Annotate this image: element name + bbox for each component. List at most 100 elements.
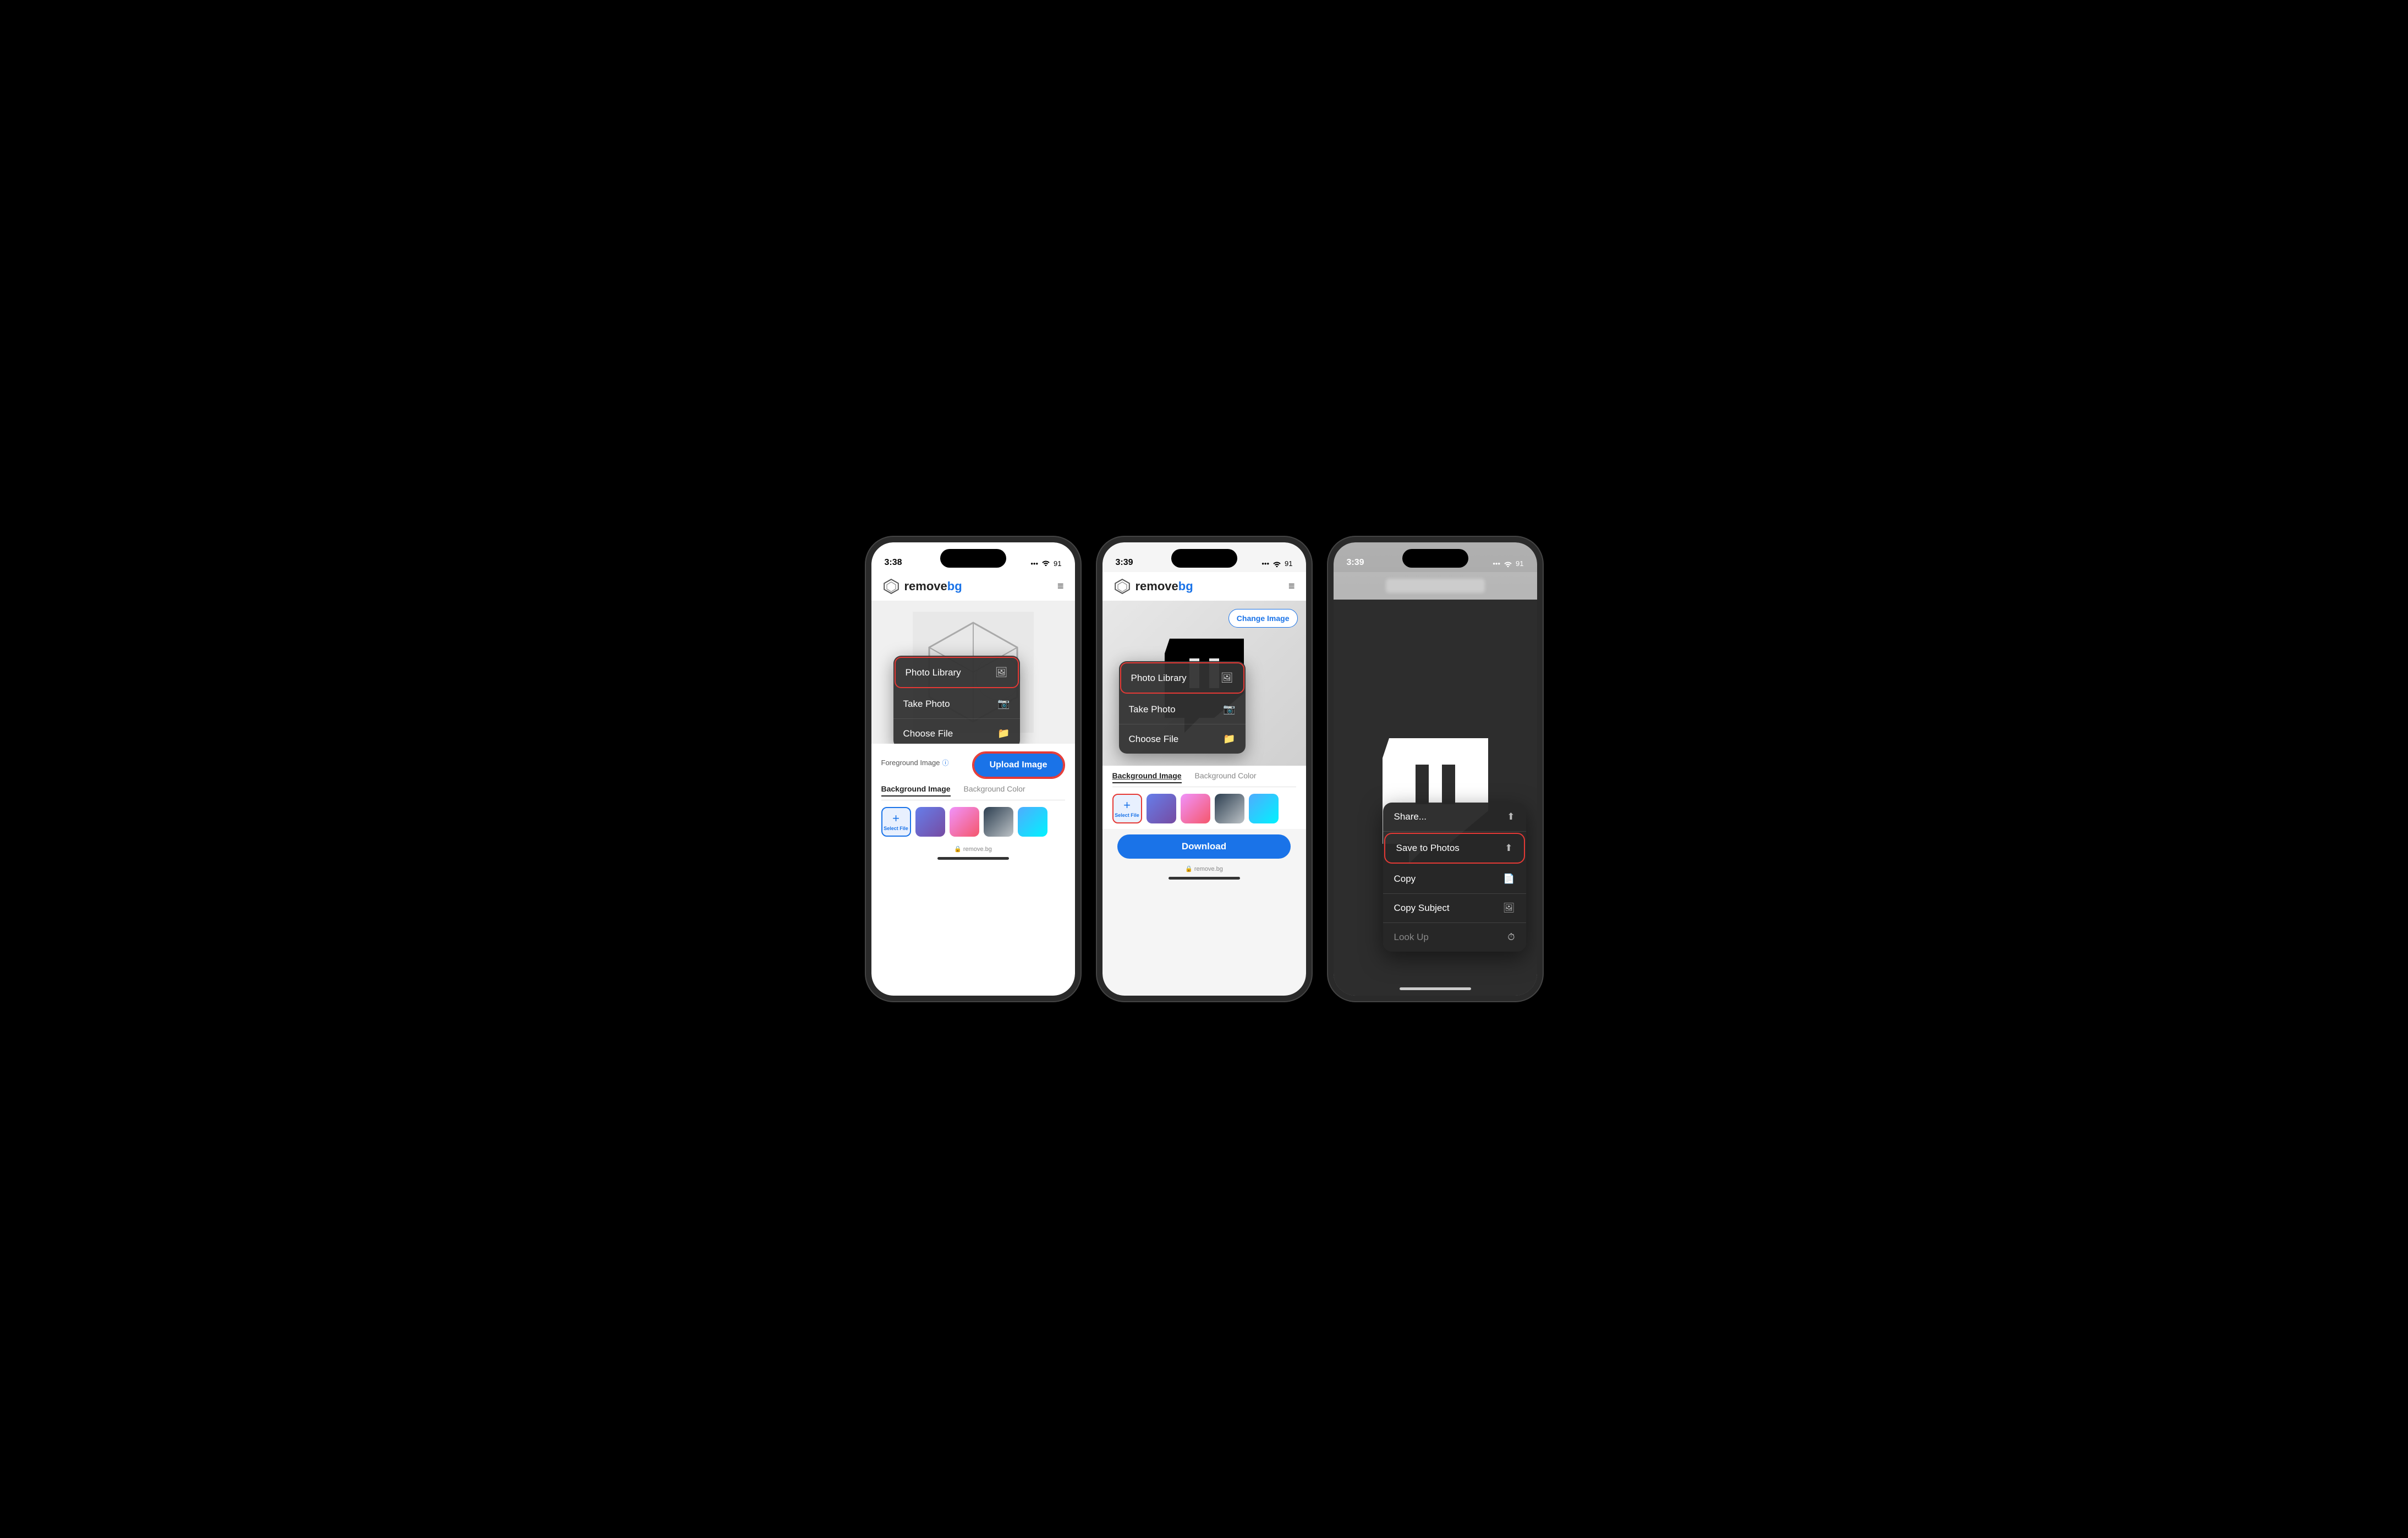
home-indicator-1 [937, 857, 1009, 860]
context-save-photos[interactable]: Save to Photos ⬆ [1384, 833, 1525, 864]
choose-file-icon-1: 📁 [997, 728, 1010, 739]
take-photo-icon-1: 📷 [997, 698, 1010, 710]
copy-subject-label: Copy Subject [1394, 903, 1450, 914]
photo-library-label-2: Photo Library [1131, 673, 1187, 684]
bg-thumb-3[interactable] [984, 807, 1013, 837]
upload-btn-wrapper-1: Upload Image [972, 751, 1065, 779]
bg-thumb-8[interactable] [1249, 794, 1279, 823]
context-share[interactable]: Share... ⬆ [1383, 803, 1526, 832]
signal-icon-3: ••• [1493, 559, 1500, 568]
status-time-1: 3:38 [885, 558, 902, 568]
dropdown-choose-file-2[interactable]: Choose File 📁 [1119, 724, 1246, 754]
tab-background-color-2[interactable]: Background Color [1195, 771, 1257, 783]
dropdown-take-photo-2[interactable]: Take Photo 📷 [1119, 695, 1246, 724]
dropdown-choose-file-1[interactable]: Choose File 📁 [893, 719, 1020, 744]
context-menu-3: Share... ⬆ Save to Photos ⬆ Copy 📄 Copy … [1383, 803, 1526, 952]
context-copy[interactable]: Copy 📄 [1383, 865, 1526, 894]
logo-text-2: removebg [1136, 579, 1193, 594]
select-file-label-2: Select File [1115, 812, 1139, 818]
logo-icon-1 [882, 578, 900, 595]
signal-icon-2: ••• [1261, 559, 1269, 568]
battery-display-2: 91 [1285, 559, 1292, 568]
logo-icon-2 [1114, 578, 1131, 595]
logo-container-2: removebg [1114, 578, 1193, 595]
tab-background-color-1[interactable]: Background Color [964, 784, 1025, 797]
select-file-button-2[interactable]: + Select File [1112, 794, 1142, 823]
photo-library-label-1: Photo Library [906, 667, 961, 678]
url-bar-2: 🔒 remove.bg [1102, 862, 1306, 874]
bg-thumb-4[interactable] [1018, 807, 1047, 837]
hamburger-menu-2[interactable]: ≡ [1288, 580, 1295, 593]
save-photos-icon: ⬆ [1505, 843, 1512, 854]
url-bar-1: 🔒 remove.bg [871, 842, 1075, 854]
dropdown-take-photo-1[interactable]: Take Photo 📷 [893, 689, 1020, 719]
status-time-3: 3:39 [1347, 558, 1364, 568]
bottom-section-1: Foreground Image ⓘ Upload Image Backgrou… [871, 744, 1075, 842]
photo-library-icon-2: 🖼 [1221, 672, 1233, 684]
phone-2: 3:39 ••• 91 removebg ≡ [1097, 537, 1312, 1001]
phone-3: 3:39 ••• 91 [1328, 537, 1543, 1001]
wifi-icon-2 [1272, 561, 1281, 567]
hamburger-menu-1[interactable]: ≡ [1057, 580, 1064, 593]
take-photo-icon-2: 📷 [1223, 704, 1235, 715]
info-icon-1: ⓘ [942, 758, 948, 767]
look-up-icon: ⏱ [1507, 932, 1515, 943]
wifi-icon [1041, 559, 1050, 568]
bg-thumb-1[interactable] [915, 807, 945, 837]
context-copy-subject[interactable]: Copy Subject 🖼 [1383, 894, 1526, 923]
bg-thumb-6[interactable] [1181, 794, 1210, 823]
choose-file-label-1: Choose File [903, 728, 953, 739]
look-up-label: Look Up [1394, 932, 1429, 943]
copy-icon: 📄 [1503, 874, 1515, 885]
foreground-label-1: Foreground Image ⓘ [881, 758, 949, 767]
bg-thumb-5[interactable] [1147, 794, 1176, 823]
dropdown-menu-1: Photo Library 🖼 Take Photo 📷 Choose File… [893, 656, 1020, 744]
screenshot-container: 3:38 ••• 91 removebg [847, 526, 1562, 1012]
copy-subject-icon: 🖼 [1503, 903, 1515, 914]
bg-images-row-1: + Select File [881, 807, 1065, 837]
change-image-button-2[interactable]: Change Image [1228, 609, 1298, 628]
dynamic-island-2 [1171, 549, 1237, 568]
tabs-row-1: Background Image Background Color [881, 784, 1065, 800]
signal-icon: ••• [1030, 559, 1038, 568]
save-photos-label: Save to Photos [1396, 843, 1460, 854]
status-right-3: ••• 91 [1493, 559, 1523, 568]
tab-background-image-1[interactable]: Background Image [881, 784, 951, 797]
context-look-up[interactable]: Look Up ⏱ [1383, 923, 1526, 952]
nav-bar-1: removebg ≡ [871, 572, 1075, 601]
battery-display-1: 91 [1054, 559, 1061, 568]
bg-thumb-2[interactable] [950, 807, 979, 837]
logo-container-1: removebg [882, 578, 962, 595]
share-icon: ⬆ [1507, 811, 1515, 822]
photo-library-icon-1: 🖼 [995, 667, 1008, 678]
dynamic-island-1 [940, 549, 1006, 568]
dropdown-menu-2: Photo Library 🖼 Take Photo 📷 Choose File… [1119, 661, 1246, 754]
plus-icon-1: + [892, 812, 899, 825]
dynamic-island-3 [1402, 549, 1468, 568]
tabs-row-2: Background Image Background Color [1112, 771, 1296, 787]
home-indicator-2 [1169, 877, 1240, 880]
download-button-2[interactable]: Download [1117, 834, 1291, 859]
upload-image-button-1[interactable]: Upload Image [973, 752, 1064, 778]
status-time-2: 3:39 [1116, 558, 1133, 568]
phone-1: 3:38 ••• 91 removebg [866, 537, 1080, 1001]
blurred-url-bar [1386, 579, 1485, 593]
nav-bar-2: removebg ≡ [1102, 572, 1306, 601]
dropdown-photo-library-2[interactable]: Photo Library 🖼 [1120, 662, 1244, 694]
copy-label: Copy [1394, 874, 1416, 885]
share-label: Share... [1394, 811, 1427, 822]
take-photo-label-2: Take Photo [1129, 704, 1176, 715]
home-indicator-3 [1400, 987, 1471, 990]
battery-display-3: 91 [1516, 559, 1523, 568]
dropdown-photo-library-1[interactable]: Photo Library 🖼 [895, 657, 1019, 688]
select-file-button-1[interactable]: + Select File [881, 807, 911, 837]
status-right-1: ••• 91 [1030, 559, 1061, 568]
image-preview-2: Photo Library 🖼 Take Photo 📷 Choose File… [1102, 601, 1306, 766]
plus-icon-2: + [1123, 799, 1131, 811]
bg-images-row-2: + Select File [1112, 794, 1296, 823]
choose-file-label-2: Choose File [1129, 734, 1179, 745]
tab-background-image-2[interactable]: Background Image [1112, 771, 1182, 783]
bg-thumb-7[interactable] [1215, 794, 1244, 823]
phone3-app-bar [1334, 572, 1537, 600]
select-file-label-1: Select File [884, 826, 908, 831]
